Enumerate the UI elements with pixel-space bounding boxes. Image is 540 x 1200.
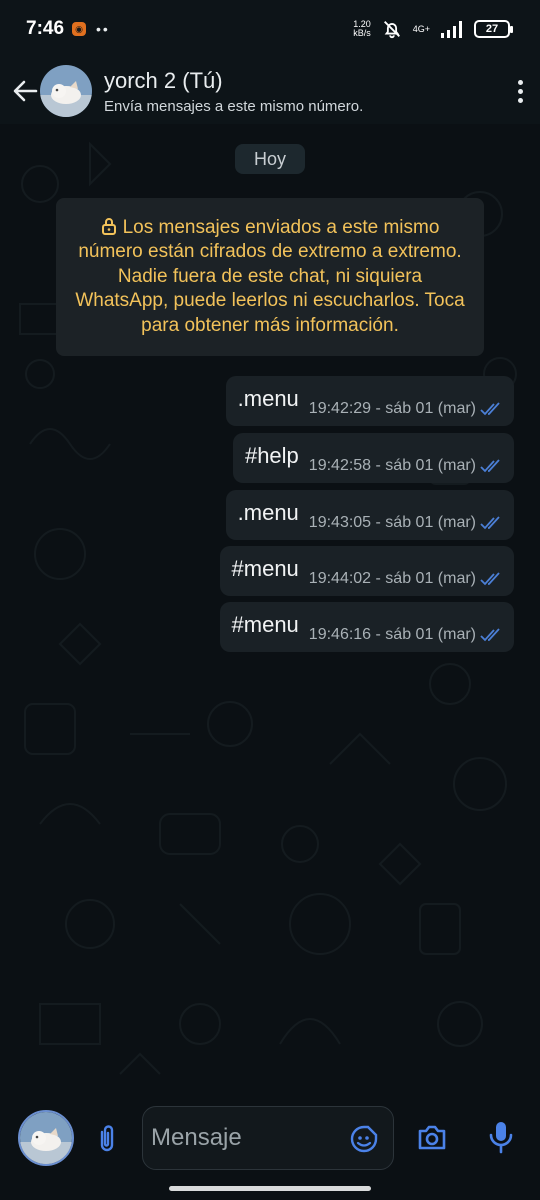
more-notifications-icon: •• <box>96 21 110 37</box>
message-text: #menu <box>231 612 299 637</box>
contact-name: yorch 2 (Tú) <box>104 67 223 93</box>
encryption-notice[interactable]: Los mensajes enviados a este mismo númer… <box>56 198 484 356</box>
double-check-icon <box>480 402 500 416</box>
message-text: .menu <box>237 500 299 525</box>
notification-app-icon: ◉ <box>72 22 87 36</box>
attach-icon[interactable] <box>92 1122 122 1154</box>
message-text: #menu <box>231 556 299 581</box>
network-type: 4G+ <box>412 23 430 34</box>
contact-info[interactable]: yorch 2 (Tú) Envía mensajes a este mismo… <box>104 68 363 115</box>
double-check-icon <box>480 572 500 586</box>
double-check-icon <box>480 628 500 642</box>
message-timestamp: 19:46:16 - sáb 01 (mar) <box>308 626 476 643</box>
chat-header: yorch 2 (Tú) Envía mensajes a este mismo… <box>0 58 540 124</box>
double-check-icon <box>480 516 500 530</box>
message-box[interactable] <box>142 1106 394 1170</box>
contact-subtitle: Envía mensajes a este mismo número. <box>104 97 364 115</box>
message-bubble[interactable]: #help 19:42:58 - sáb 01 (mar) <box>232 433 514 483</box>
back-arrow-icon[interactable] <box>10 76 40 106</box>
message-timestamp: 19:42:29 - sáb 01 (mar) <box>308 400 476 417</box>
status-bar: 7:46 ◉ •• 1.20 kB/s 4G+ 27 <box>0 0 540 58</box>
lock-icon <box>101 217 116 235</box>
camera-icon[interactable] <box>416 1122 448 1152</box>
net-speed: 1.20 kB/s <box>353 19 371 38</box>
message-bubble[interactable]: .menu 19:42:29 - sáb 01 (mar) <box>225 376 514 426</box>
encryption-notice-text: Los mensajes enviados a este mismo númer… <box>75 216 465 336</box>
chat-area[interactable]: Hoy Los mensajes enviados a este mismo n… <box>0 124 540 1100</box>
sticker-icon[interactable] <box>349 1124 379 1154</box>
message-timestamp: 19:43:05 - sáb 01 (mar) <box>308 514 476 531</box>
message-bubble[interactable]: .menu 19:43:05 - sáb 01 (mar) <box>225 490 514 540</box>
date-separator: Hoy <box>235 144 305 174</box>
message-bubble[interactable]: #menu 19:46:16 - sáb 01 (mar) <box>219 602 514 652</box>
battery-indicator: 27 <box>474 20 513 38</box>
profile-avatar[interactable] <box>18 1110 74 1166</box>
status-time: 7:46 <box>26 18 65 39</box>
contact-avatar[interactable] <box>40 65 92 117</box>
message-timestamp: 19:44:02 - sáb 01 (mar) <box>308 570 476 587</box>
message-bubble[interactable]: #menu 19:44:02 - sáb 01 (mar) <box>219 546 514 596</box>
mic-icon[interactable] <box>488 1120 514 1154</box>
message-text: #help <box>244 443 299 468</box>
input-bar <box>0 1100 540 1200</box>
message-text: .menu <box>237 386 299 411</box>
message-input[interactable] <box>151 1124 341 1152</box>
double-check-icon <box>480 459 500 473</box>
message-timestamp: 19:42:58 - sáb 01 (mar) <box>308 457 476 474</box>
bell-muted-icon <box>383 21 400 39</box>
signal-icon <box>441 21 462 38</box>
more-options-icon[interactable] <box>510 71 530 111</box>
home-indicator[interactable] <box>169 1186 371 1191</box>
